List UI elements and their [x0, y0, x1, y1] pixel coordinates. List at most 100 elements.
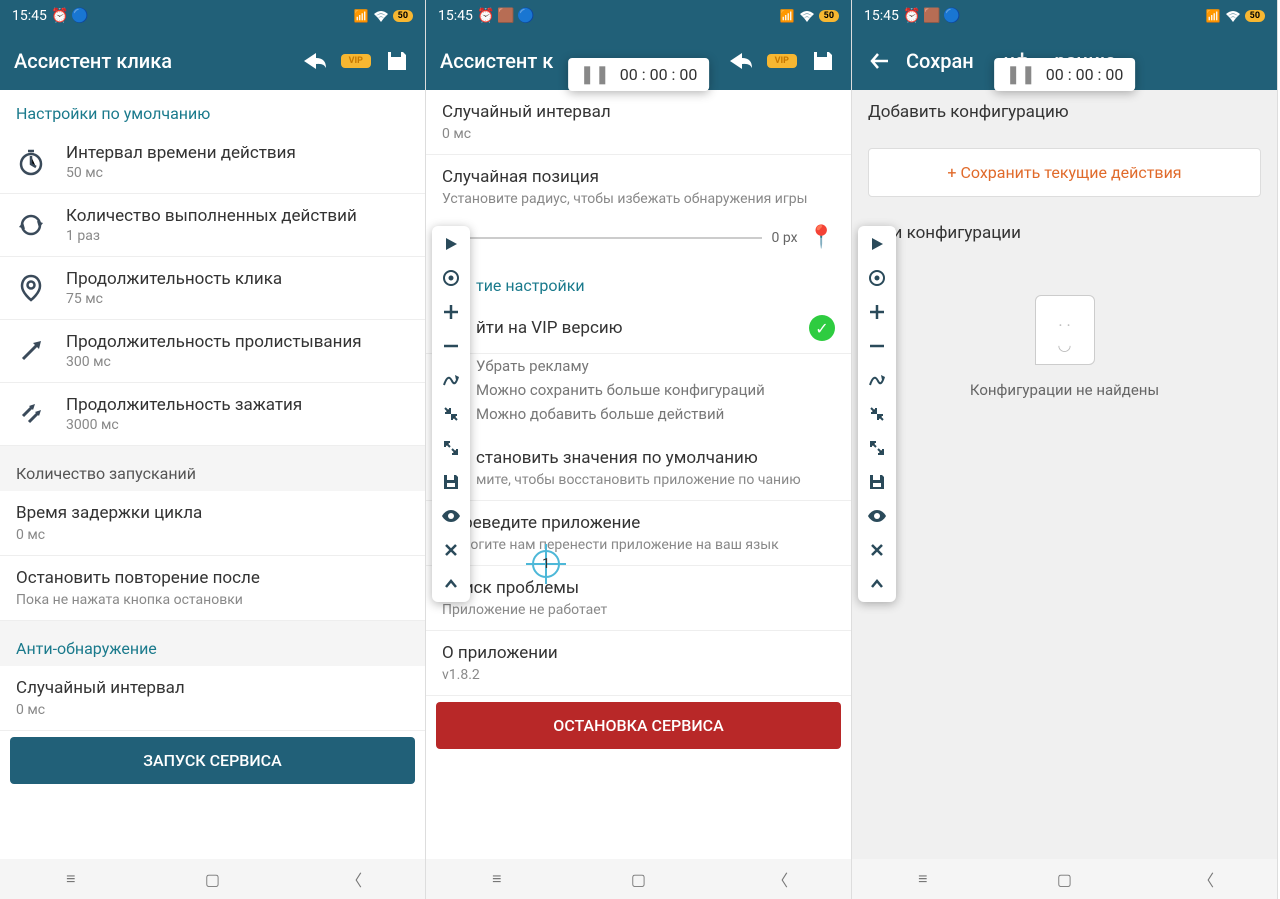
- vip-badge[interactable]: VIP: [341, 54, 371, 68]
- pause-icon[interactable]: ❚❚: [580, 64, 610, 85]
- item-click-duration[interactable]: Продолжительность клика75 мс: [0, 257, 425, 320]
- save-icon[interactable]: [809, 47, 837, 75]
- start-service-button[interactable]: ЗАПУСК СЕРВИСА: [10, 737, 415, 784]
- double-arrow-icon: [16, 399, 46, 429]
- nav-home-icon[interactable]: ▢: [200, 867, 224, 891]
- item-cycle-delay[interactable]: Время задержки цикла 0 мс: [0, 491, 425, 556]
- nav-back-icon[interactable]: 〈: [768, 867, 792, 891]
- alarm-icon: ⏰: [53, 9, 67, 23]
- item-random-interval[interactable]: Случайный интервал 0 мс: [0, 666, 425, 731]
- disk-icon[interactable]: [439, 470, 463, 494]
- empty-text: Конфигурации не найдены: [970, 381, 1159, 399]
- pin-icon: [16, 273, 46, 303]
- save-icon[interactable]: [383, 47, 411, 75]
- alarm-icon: ⏰: [905, 9, 919, 23]
- screen-2: 15:45 ⏰ 🟫 🔵 📶 50 Ассистент к VIP ❚❚ 00 :…: [426, 0, 852, 899]
- section-add-config: Добавить конфигурацию: [852, 90, 1277, 134]
- undo-icon[interactable]: [301, 47, 329, 75]
- app-icon: 🔵: [73, 9, 87, 23]
- eye-icon[interactable]: [865, 504, 889, 528]
- undo-icon[interactable]: [727, 47, 755, 75]
- close-icon[interactable]: [865, 538, 889, 562]
- section-run-count: Количество запусканий: [0, 446, 425, 491]
- clock: 15:45: [12, 8, 47, 24]
- minus-icon[interactable]: [865, 334, 889, 358]
- signal-icon: 📶: [780, 9, 795, 23]
- plus-icon[interactable]: [865, 300, 889, 324]
- app-icon: 🟫: [925, 9, 939, 23]
- eye-icon[interactable]: [439, 504, 463, 528]
- item-about[interactable]: О приложении v1.8.2: [426, 631, 851, 696]
- expand-icon[interactable]: [439, 436, 463, 460]
- clock: 15:45: [438, 8, 473, 24]
- expand-icon[interactable]: [865, 436, 889, 460]
- status-bar: 15:45 ⏰ 🔵 📶 50: [0, 0, 425, 32]
- item-stop-repeat[interactable]: Остановить повторение после Пока не нажа…: [0, 556, 425, 621]
- arrow-diag-icon: [16, 336, 46, 366]
- item-action-interval[interactable]: Интервал времени действия50 мс: [0, 131, 425, 194]
- item-vip-upgrade[interactable]: йти на VIP версию ✓: [426, 303, 851, 354]
- nav-menu-icon[interactable]: ≡: [59, 867, 83, 891]
- disk-icon[interactable]: [865, 470, 889, 494]
- play-icon[interactable]: [865, 232, 889, 256]
- stop-service-button[interactable]: ОСТАНОВКА СЕРВИСА: [436, 702, 841, 749]
- section-other-settings: тие настройки: [426, 262, 851, 303]
- clock: 15:45: [864, 8, 899, 24]
- pause-icon[interactable]: ❚❚: [1006, 64, 1036, 85]
- screen-3: 15:45 ⏰ 🟫 🔵 📶 50 Сохран нф рацию ❚❚ 00 :…: [852, 0, 1278, 899]
- repeat-icon: [16, 210, 46, 240]
- close-icon[interactable]: [439, 538, 463, 562]
- item-random-interval[interactable]: Случайный интервал 0 мс: [426, 90, 851, 155]
- checkmark-icon: ✓: [809, 315, 835, 341]
- nav-home-icon[interactable]: ▢: [626, 867, 650, 891]
- item-random-position[interactable]: Случайная позиция Установите радиус, что…: [426, 155, 851, 219]
- click-target-1[interactable]: 1: [526, 544, 566, 584]
- collapse-icon[interactable]: [865, 402, 889, 426]
- item-hold-duration[interactable]: Продолжительность зажатия3000 мс: [0, 383, 425, 446]
- status-bar: 15:45 ⏰ 🟫 🔵 📶 50: [852, 0, 1277, 32]
- target-icon[interactable]: [439, 266, 463, 290]
- empty-state: · ·◡ Конфигурации не найдены: [852, 255, 1277, 439]
- wifi-icon: [373, 10, 389, 22]
- timer-value: 00 : 00 : 00: [620, 65, 698, 84]
- floating-timer[interactable]: ❚❚ 00 : 00 : 00: [994, 58, 1136, 91]
- floating-toolbar[interactable]: [432, 226, 470, 602]
- status-bar: 15:45 ⏰ 🟫 🔵 📶 50: [426, 0, 851, 32]
- battery-icon: 50: [1245, 10, 1265, 22]
- section-my-configs: Мои конфигурации: [852, 211, 1277, 255]
- save-current-button[interactable]: + Сохранить текущие действия: [868, 148, 1261, 197]
- nav-back-icon[interactable]: 〈: [1194, 867, 1218, 891]
- minus-icon[interactable]: [439, 334, 463, 358]
- item-reset-defaults[interactable]: становить значения по умолчанию мите, чт…: [426, 436, 851, 501]
- curve-icon[interactable]: [439, 368, 463, 392]
- item-troubleshoot[interactable]: Поиск проблемы Приложение не работает: [426, 566, 851, 631]
- plus-icon[interactable]: [439, 300, 463, 324]
- content-area: Настройки по умолчанию Интервал времени …: [0, 90, 425, 859]
- play-icon[interactable]: [439, 232, 463, 256]
- item-translate[interactable]: Переведите приложение Помогите нам перен…: [426, 501, 851, 566]
- vip-badge[interactable]: VIP: [767, 54, 797, 68]
- content-area: Случайный интервал 0 мс Случайная позици…: [426, 90, 851, 859]
- back-arrow-icon[interactable]: [866, 47, 894, 75]
- nav-menu-icon[interactable]: ≡: [485, 867, 509, 891]
- target-icon[interactable]: [865, 266, 889, 290]
- radius-slider[interactable]: 0 px 📍: [426, 219, 851, 262]
- nav-bar: ≡ ▢ 〈: [426, 859, 851, 899]
- section-default-settings: Настройки по умолчанию: [0, 90, 425, 131]
- nav-home-icon[interactable]: ▢: [1052, 867, 1076, 891]
- floating-toolbar[interactable]: [858, 226, 896, 602]
- item-action-count[interactable]: Количество выполненных действий1 раз: [0, 194, 425, 257]
- nav-back-icon[interactable]: 〈: [342, 867, 366, 891]
- curve-icon[interactable]: [865, 368, 889, 392]
- floating-timer[interactable]: ❚❚ 00 : 00 : 00: [568, 58, 710, 91]
- wifi-icon: [799, 10, 815, 22]
- item-swipe-duration[interactable]: Продолжительность пролистывания300 мс: [0, 320, 425, 383]
- app-icon-2: 🔵: [519, 9, 533, 23]
- nav-menu-icon[interactable]: ≡: [911, 867, 935, 891]
- collapse-icon[interactable]: [439, 402, 463, 426]
- chevron-up-icon[interactable]: [439, 572, 463, 596]
- battery-icon: 50: [819, 10, 839, 22]
- chevron-up-icon[interactable]: [865, 572, 889, 596]
- signal-icon: 📶: [1206, 9, 1221, 23]
- screen-1: 15:45 ⏰ 🔵 📶 50 Ассистент клика VIP Настр…: [0, 0, 426, 899]
